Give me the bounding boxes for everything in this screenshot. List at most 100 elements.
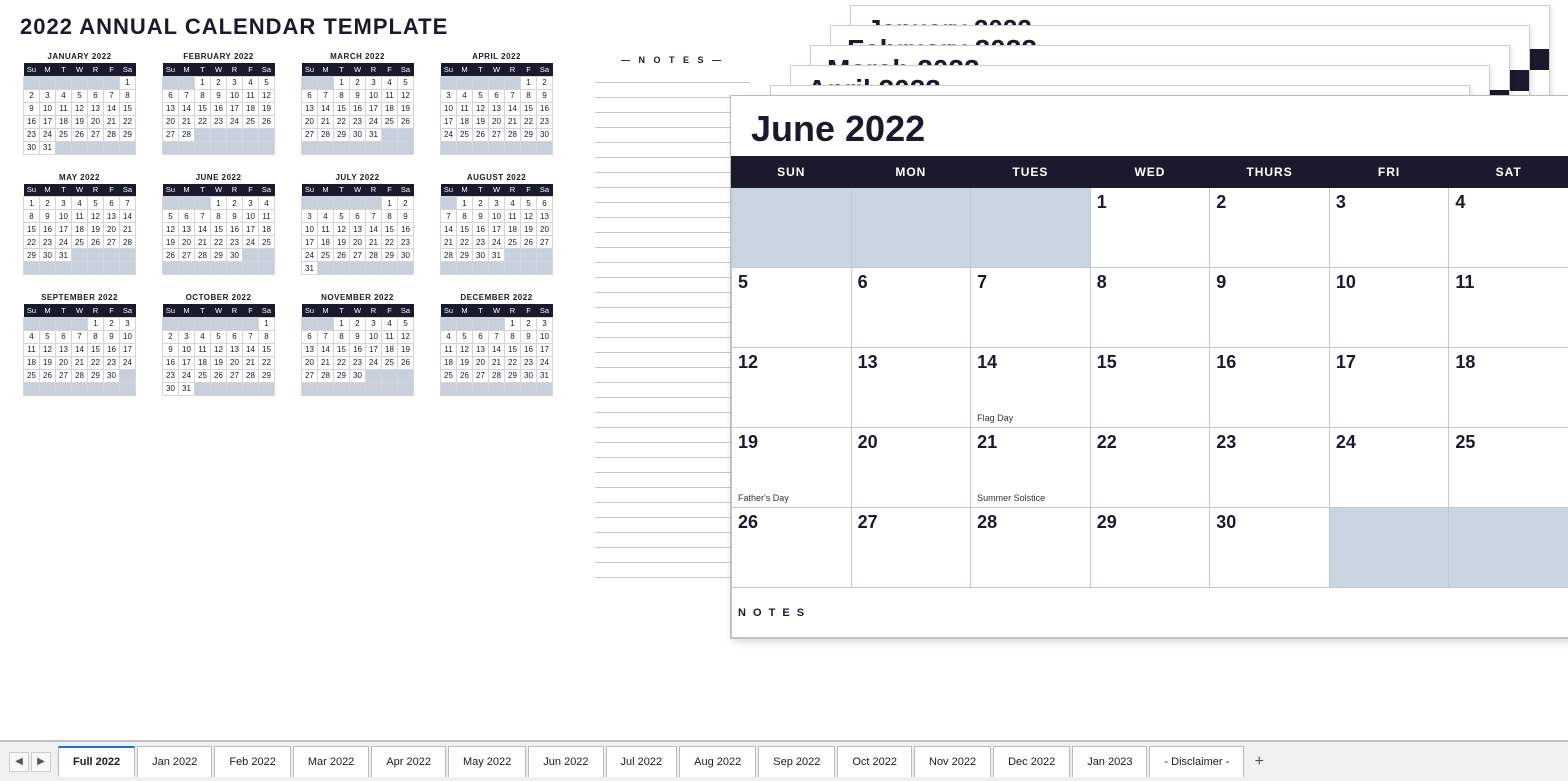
june-day-22: 22	[1090, 428, 1210, 508]
note-line[interactable]	[595, 98, 750, 113]
notes-header: — N O T E S —	[595, 55, 750, 65]
june-day-20: 20	[851, 428, 971, 508]
tab-dec-2022[interactable]: Dec 2022	[993, 746, 1070, 777]
note-line[interactable]	[595, 518, 750, 533]
tab-aug-2022[interactable]: Aug 2022	[679, 746, 756, 777]
col-sun: SUN	[732, 157, 852, 188]
june-week-5: 26 27 28 29 30	[732, 508, 1568, 588]
tab-apr-2022[interactable]: Apr 2022	[371, 746, 446, 777]
note-line[interactable]	[595, 548, 750, 563]
note-line[interactable]	[595, 158, 750, 173]
summer-solstice-label: Summer Solstice	[977, 493, 1084, 503]
note-line[interactable]	[595, 233, 750, 248]
fathers-day-label: Father's Day	[738, 493, 845, 503]
note-line[interactable]	[595, 338, 750, 353]
tab-sep-2022[interactable]: Sep 2022	[758, 746, 835, 777]
tab-jul-2022[interactable]: Jul 2022	[606, 746, 678, 777]
june-day-27: 27	[851, 508, 971, 588]
june-day-26: 26	[732, 508, 852, 588]
june-day-3: 3	[1329, 188, 1449, 268]
note-line[interactable]	[595, 173, 750, 188]
note-line[interactable]	[595, 458, 750, 473]
notes-column: — N O T E S —	[595, 55, 750, 578]
note-line[interactable]	[595, 368, 750, 383]
mini-cal-dec: DECEMBER 2022 SuMTWRFSa 123 45678910 111…	[440, 293, 553, 396]
note-line[interactable]	[595, 308, 750, 323]
mini-cal-mar: MARCH 2022 SuMTWRFSa 12345 6789101112 13…	[301, 52, 414, 155]
cal-row-2: MAY 2022 SuMTWRFSa 1234567 891011121314 …	[15, 169, 561, 284]
mini-cal-may: MAY 2022 SuMTWRFSa 1234567 891011121314 …	[23, 173, 136, 276]
june-day-cell	[1449, 508, 1568, 588]
note-line[interactable]	[595, 218, 750, 233]
note-line[interactable]	[595, 383, 750, 398]
tab-may-2022[interactable]: May 2022	[448, 746, 526, 777]
tab-oct-2022[interactable]: Oct 2022	[837, 746, 912, 777]
note-line[interactable]	[595, 503, 750, 518]
june-day-10: 10	[1329, 268, 1449, 348]
note-line[interactable]	[595, 293, 750, 308]
mini-cal-jan: JANUARY 2022 SuMTWRFSa 1 2345678 9101112…	[23, 52, 136, 155]
june-day-8: 8	[1090, 268, 1210, 348]
note-line[interactable]	[595, 323, 750, 338]
june-week-1: 1 2 3 4	[732, 188, 1568, 268]
june-day-23: 23	[1210, 428, 1330, 508]
june-day-13: 13	[851, 348, 971, 428]
june-day-11: 11	[1449, 268, 1568, 348]
note-line[interactable]	[595, 488, 750, 503]
june-day-29: 29	[1090, 508, 1210, 588]
note-line[interactable]	[595, 113, 750, 128]
tab-navigation[interactable]: ◀ ▶	[8, 751, 52, 773]
june-day-6: 6	[851, 268, 971, 348]
june-week-4: 19Father's Day 20 21Summer Solstice 22 2…	[732, 428, 1568, 508]
note-line[interactable]	[595, 443, 750, 458]
note-line[interactable]	[595, 428, 750, 443]
mini-cal-sep: SEPTEMBER 2022 SuMTWRFSa 123 45678910 11…	[23, 293, 136, 396]
note-line[interactable]	[595, 83, 750, 98]
tab-bar: ◀ ▶ Full 2022 Jan 2022 Feb 2022 Mar 2022…	[0, 740, 1568, 781]
note-line[interactable]	[595, 413, 750, 428]
tab-add-button[interactable]: +	[1246, 749, 1272, 775]
tab-jan-2023[interactable]: Jan 2023	[1072, 746, 1147, 777]
tab-nov-2022[interactable]: Nov 2022	[914, 746, 991, 777]
note-line[interactable]	[595, 473, 750, 488]
spreadsheet-area: 2022 ANNUAL CALENDAR TEMPLATE JANUARY 20…	[0, 0, 1568, 740]
cal-row-1: JANUARY 2022 SuMTWRFSa 1 2345678 9101112…	[15, 48, 561, 163]
note-line[interactable]	[595, 143, 750, 158]
mini-cal-feb: FEBRUARY 2022 SuMTWRFSa 12345 6789101112…	[162, 52, 275, 155]
mini-cal-apr: APRIL 2022 SuMTWRFSa 12 3456789 10111213…	[440, 52, 553, 155]
note-line[interactable]	[595, 398, 750, 413]
tab-full-2022[interactable]: Full 2022	[58, 746, 135, 777]
mini-cal-aug: AUGUST 2022 SuMTWRFSa 123456 78910111213…	[440, 173, 553, 276]
june-day-19: 19Father's Day	[732, 428, 852, 508]
note-line[interactable]	[595, 533, 750, 548]
note-line[interactable]	[595, 353, 750, 368]
note-line[interactable]	[595, 128, 750, 143]
tab-disclaimer[interactable]: - Disclaimer -	[1149, 746, 1244, 777]
note-line[interactable]	[595, 203, 750, 218]
tab-jun-2022[interactable]: Jun 2022	[528, 746, 603, 777]
tab-next-button[interactable]: ▶	[31, 752, 51, 772]
col-fri: FRI	[1329, 157, 1449, 188]
june-day-12: 12	[732, 348, 852, 428]
col-sat: SAT	[1449, 157, 1568, 188]
mini-cal-jun: JUNE 2022 SuMTWRFSa 1234 567891011 12131…	[162, 173, 275, 276]
june-day-24: 24	[1329, 428, 1449, 508]
tab-feb-2022[interactable]: Feb 2022	[214, 746, 290, 777]
june-notes-label: N O T E S	[732, 588, 1568, 638]
note-line[interactable]	[595, 563, 750, 578]
june-day-17: 17	[1329, 348, 1449, 428]
june-day-4: 4	[1449, 188, 1568, 268]
note-line[interactable]	[595, 278, 750, 293]
tab-jan-2022[interactable]: Jan 2022	[137, 746, 212, 777]
note-line[interactable]	[595, 188, 750, 203]
june-day-7: 7	[971, 268, 1091, 348]
june-week-3: 12 13 14Flag Day 15 16 17 18	[732, 348, 1568, 428]
tab-mar-2022[interactable]: Mar 2022	[293, 746, 369, 777]
june-cal-title: June 2022	[731, 96, 1568, 156]
tab-prev-button[interactable]: ◀	[9, 752, 29, 772]
note-line[interactable]	[595, 248, 750, 263]
cal-row-3: SEPTEMBER 2022 SuMTWRFSa 123 45678910 11…	[15, 289, 561, 404]
june-calendar: June 2022 SUN MON TUES WED THURS FRI SAT	[730, 95, 1568, 639]
note-line[interactable]	[595, 263, 750, 278]
note-line[interactable]	[595, 68, 750, 83]
